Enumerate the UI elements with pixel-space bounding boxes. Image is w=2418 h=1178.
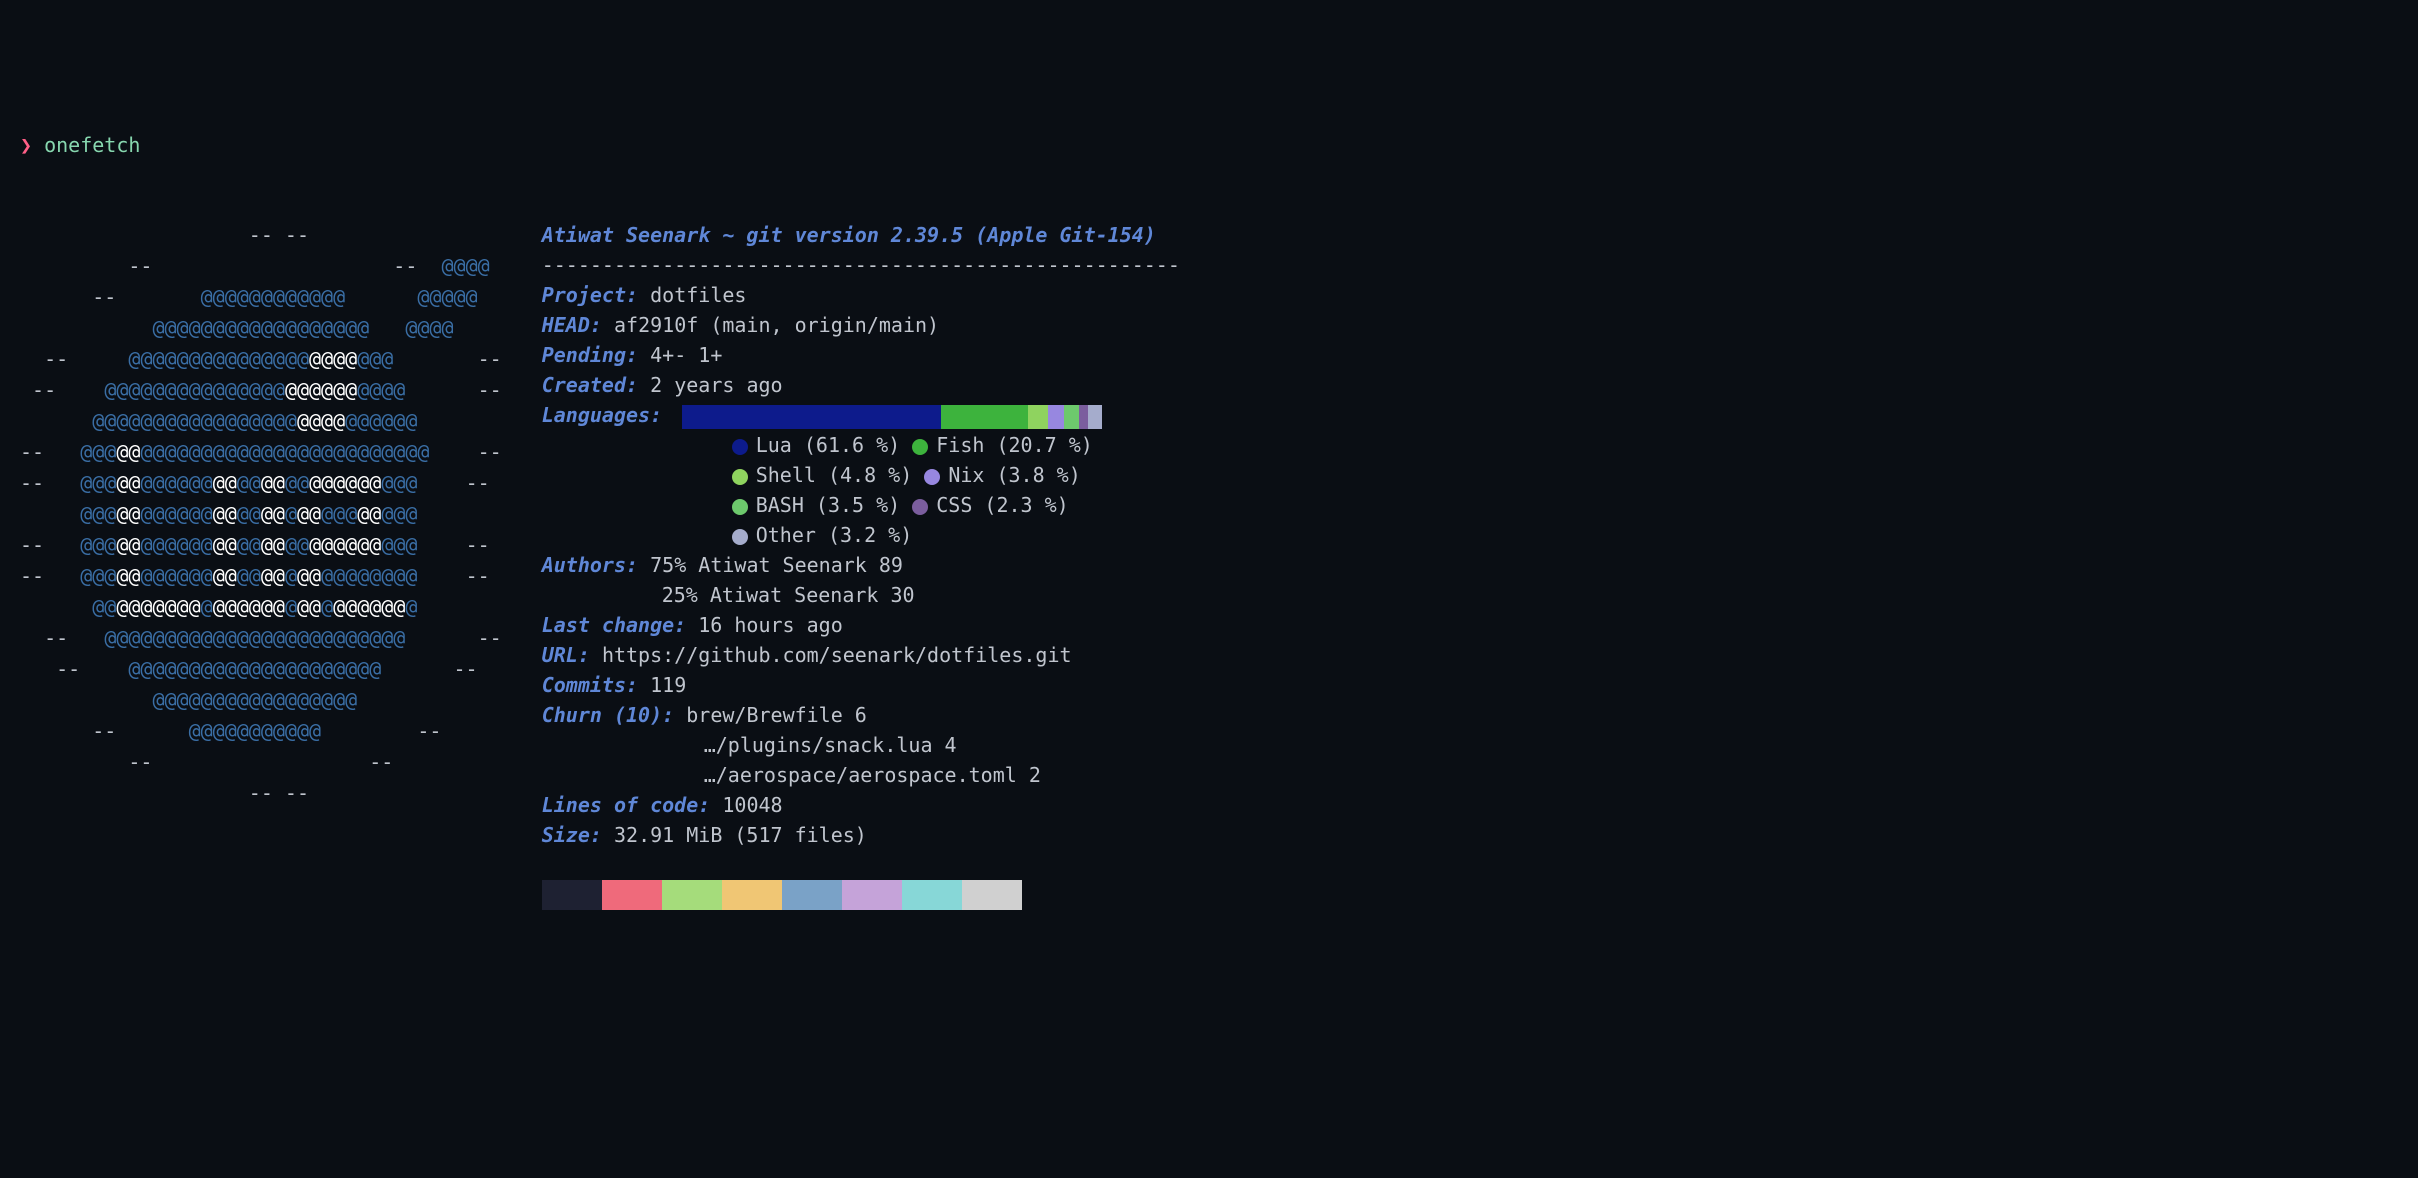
- prompt-line: ❯ onefetch: [20, 130, 2398, 160]
- lastchange-label: Last change: [542, 613, 674, 637]
- authors-value-0: 75% Atiwat Seenark 89: [650, 553, 903, 577]
- languages-label: Languages: [542, 403, 650, 427]
- url-line: URL: https://github.com/seenark/dotfiles…: [542, 640, 2398, 670]
- pending-value: 4+- 1+: [650, 343, 722, 367]
- color-palette: [542, 880, 2398, 910]
- palette-swatch: [842, 880, 902, 910]
- lang-legend-row: BASH (3.5 %) CSS (2.3 %): [732, 490, 2398, 520]
- lang-bar-segment: [1088, 405, 1101, 429]
- lang-bar-segment: [1048, 405, 1064, 429]
- pending-label: Pending: [542, 343, 626, 367]
- head-line: HEAD: af2910f (main, origin/main): [542, 310, 2398, 340]
- head-label: HEAD: [542, 313, 590, 337]
- lang-bar-segment: [1064, 405, 1079, 429]
- project-value: dotfiles: [650, 283, 746, 307]
- palette-swatch: [722, 880, 782, 910]
- created-line: Created: 2 years ago: [542, 370, 2398, 400]
- language-legend: Lua (61.6 %) Fish (20.7 %)Shell (4.8 %) …: [732, 430, 2398, 550]
- lang-legend-row: Other (3.2 %): [732, 520, 2398, 550]
- palette-swatch: [782, 880, 842, 910]
- commits-label: Commits: [542, 673, 626, 697]
- loc-label: Lines of code: [542, 793, 699, 817]
- palette-swatch: [902, 880, 962, 910]
- project-line: Project: dotfiles: [542, 280, 2398, 310]
- onefetch-output: -- -- -- -- @@@@ -- @@@@@@@@@@@@ @@@@@ @…: [20, 220, 2398, 910]
- header: Atiwat Seenark ~ git version 2.39.5 (App…: [542, 220, 2398, 250]
- lang-bar-segment: [682, 405, 941, 429]
- churn-value-1: …/plugins/snack.lua 4: [704, 730, 2398, 760]
- created-value: 2 years ago: [650, 373, 782, 397]
- churn-value-2: …/aerospace/aerospace.toml 2: [704, 760, 2398, 790]
- pending-line: Pending: 4+- 1+: [542, 340, 2398, 370]
- churn-line: Churn (10): brew/Brewfile 6: [542, 700, 2398, 730]
- palette-swatch: [542, 880, 602, 910]
- command-text: onefetch: [44, 133, 140, 157]
- authors-value-1: 25% Atiwat Seenark 30: [662, 580, 2398, 610]
- size-label: Size: [542, 823, 590, 847]
- commits-value: 119: [650, 673, 686, 697]
- lang-bar-segment: [1028, 405, 1048, 429]
- created-label: Created: [542, 373, 626, 397]
- prompt-symbol: ❯: [20, 133, 32, 157]
- size-value: 32.91 MiB (517 files): [614, 823, 867, 847]
- repo-info: Atiwat Seenark ~ git version 2.39.5 (App…: [542, 220, 2398, 910]
- lastchange-line: Last change: 16 hours ago: [542, 610, 2398, 640]
- loc-line: Lines of code: 10048: [542, 790, 2398, 820]
- palette-swatch: [602, 880, 662, 910]
- lang-legend-row: Lua (61.6 %) Fish (20.7 %): [732, 430, 2398, 460]
- loc-value: 10048: [722, 793, 782, 817]
- project-label: Project: [542, 283, 626, 307]
- size-line: Size: 32.91 MiB (517 files): [542, 820, 2398, 850]
- languages-line: Languages:: [542, 400, 2398, 430]
- ascii-logo: -- -- -- -- @@@@ -- @@@@@@@@@@@@ @@@@@ @…: [20, 220, 502, 910]
- url-value: https://github.com/seenark/dotfiles.git: [602, 643, 1072, 667]
- churn-value-0: brew/Brewfile 6: [686, 703, 867, 727]
- palette-swatch: [962, 880, 1022, 910]
- commits-line: Commits: 119: [542, 670, 2398, 700]
- lang-bar-segment: [941, 405, 1028, 429]
- palette-swatch: [662, 880, 722, 910]
- churn-label: Churn (10): [542, 703, 662, 727]
- language-bar: [682, 405, 1102, 429]
- authors-label: Authors: [542, 553, 626, 577]
- lang-bar-segment: [1079, 405, 1089, 429]
- url-label: URL: [542, 643, 578, 667]
- authors-line: Authors: 75% Atiwat Seenark 89: [542, 550, 2398, 580]
- head-value: af2910f (main, origin/main): [614, 313, 939, 337]
- separator: ----------------------------------------…: [542, 250, 2398, 280]
- lang-legend-row: Shell (4.8 %) Nix (3.8 %): [732, 460, 2398, 490]
- lastchange-value: 16 hours ago: [698, 613, 843, 637]
